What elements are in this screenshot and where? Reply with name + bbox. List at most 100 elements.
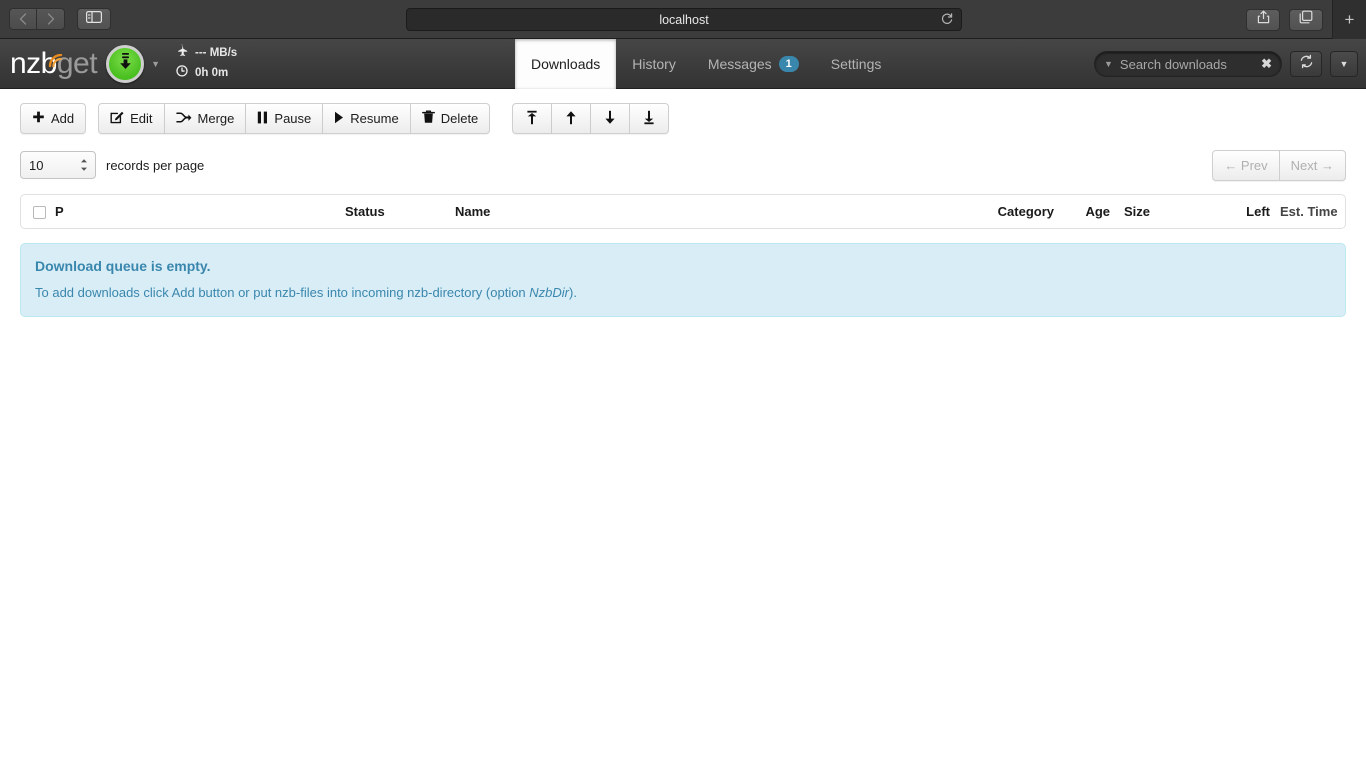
empty-queue-text-after: ). bbox=[569, 285, 577, 301]
new-tab-label: + bbox=[1344, 9, 1355, 29]
prev-page-label: ← Prev bbox=[1224, 157, 1268, 173]
tab-settings-label: Settings bbox=[830, 56, 882, 72]
add-button[interactable]: Add bbox=[20, 103, 87, 134]
clock-icon bbox=[175, 64, 189, 84]
column-header-age[interactable]: Age bbox=[1054, 195, 1110, 228]
records-per-page-value: 10 bbox=[29, 157, 44, 173]
move-to-bottom-icon bbox=[642, 110, 656, 128]
pause-button-label: Pause bbox=[274, 111, 312, 126]
records-per-page-label: records per page bbox=[106, 157, 205, 173]
wifi-arc-icon bbox=[48, 44, 68, 74]
next-page-label: Next → bbox=[1290, 157, 1334, 173]
refresh-button[interactable] bbox=[1290, 51, 1322, 77]
delete-button[interactable]: Delete bbox=[410, 103, 491, 134]
move-to-top-button[interactable] bbox=[512, 103, 553, 134]
records-per-page-select[interactable]: 10 bbox=[20, 151, 96, 179]
chevron-right-icon bbox=[47, 13, 55, 25]
brand-dropdown-caret[interactable]: ▼ bbox=[151, 59, 160, 69]
move-to-top-icon bbox=[525, 110, 539, 128]
trash-icon bbox=[421, 110, 435, 127]
resume-button[interactable]: Resume bbox=[323, 103, 411, 134]
time-stat: 0h 0m bbox=[175, 64, 237, 84]
prev-page-button[interactable]: ← Prev bbox=[1212, 149, 1280, 181]
edit-button-label: Edit bbox=[130, 111, 153, 126]
move-up-icon bbox=[564, 110, 578, 128]
tab-downloads[interactable]: Downloads bbox=[515, 39, 617, 89]
main-tabs: Downloads History Messages 1 Settings bbox=[515, 39, 897, 89]
sidebar-toggle-button[interactable] bbox=[77, 8, 111, 30]
select-all-checkbox[interactable] bbox=[33, 206, 46, 220]
pause-button[interactable]: Pause bbox=[246, 103, 324, 134]
refresh-dropdown-button[interactable]: ▼ bbox=[1330, 51, 1358, 77]
tab-settings[interactable]: Settings bbox=[815, 39, 898, 89]
navbar-right: ▼ Search downloads ✖ ▼ bbox=[1094, 39, 1358, 89]
back-button[interactable] bbox=[9, 8, 37, 30]
url-bar[interactable]: localhost bbox=[406, 8, 962, 31]
edit-button[interactable]: Edit bbox=[98, 103, 165, 134]
app-brand[interactable]: nzbget ▼ bbox=[0, 44, 160, 83]
tab-messages-label: Messages bbox=[707, 56, 772, 72]
chevron-down-icon: ▼ bbox=[1339, 59, 1349, 69]
search-input[interactable]: ▼ Search downloads ✖ bbox=[1094, 51, 1282, 77]
browser-chrome: localhost + bbox=[0, 0, 1366, 39]
tab-messages[interactable]: Messages 1 bbox=[692, 39, 815, 89]
table-header: P Status Name Category Age Size Left Est… bbox=[21, 195, 1345, 228]
merge-arrow-icon bbox=[175, 111, 192, 127]
column-header-left[interactable]: Left bbox=[1220, 195, 1270, 228]
action-toolbar: Add Edit Merge Pause Resume Delete bbox=[20, 89, 1346, 134]
downloads-table-element: P Status Name Category Age Size Left Est… bbox=[21, 195, 1345, 228]
empty-queue-text-before: To add downloads click Add button or put… bbox=[35, 285, 530, 301]
table-header-row: P Status Name Category Age Size Left Est… bbox=[21, 195, 1345, 228]
search-clear-icon[interactable]: ✖ bbox=[1261, 56, 1272, 72]
tabs-overview-button[interactable] bbox=[1289, 8, 1323, 31]
records-row: 10 records per page ← Prev Next → bbox=[20, 149, 1346, 181]
column-header-name[interactable]: Name bbox=[455, 195, 964, 228]
move-up-button[interactable] bbox=[552, 103, 592, 134]
status-stats: --- MB/s 0h 0m bbox=[175, 44, 237, 84]
browser-nav-buttons bbox=[9, 8, 65, 30]
browser-chrome-right: + bbox=[1246, 0, 1366, 39]
pause-icon bbox=[257, 111, 268, 127]
merge-button[interactable]: Merge bbox=[164, 103, 247, 134]
forward-button[interactable] bbox=[37, 8, 65, 30]
url-text: localhost bbox=[659, 12, 709, 27]
search-dropdown-caret-icon[interactable]: ▼ bbox=[1104, 59, 1113, 69]
plus-icon bbox=[32, 111, 45, 127]
column-header-category[interactable]: Category bbox=[964, 195, 1054, 228]
queue-actions-group: Edit Merge Pause Resume Delete bbox=[98, 103, 491, 134]
move-down-icon bbox=[603, 110, 617, 128]
column-header-size[interactable]: Size bbox=[1110, 195, 1220, 228]
move-down-button[interactable] bbox=[591, 103, 631, 134]
merge-button-label: Merge bbox=[197, 111, 235, 126]
airplane-icon bbox=[175, 44, 189, 64]
search-placeholder: Search downloads bbox=[1119, 56, 1227, 72]
edit-pencil-icon bbox=[110, 110, 124, 127]
new-tab-button[interactable]: + bbox=[1332, 0, 1366, 39]
empty-queue-alert: Download queue is empty. To add download… bbox=[20, 243, 1346, 318]
reload-icon[interactable] bbox=[940, 11, 954, 28]
add-button-label: Add bbox=[51, 111, 75, 126]
stepper-arrows-icon[interactable] bbox=[80, 158, 88, 172]
share-icon bbox=[1257, 10, 1270, 29]
download-arrow-icon bbox=[117, 51, 134, 76]
delete-button-label: Delete bbox=[440, 111, 479, 126]
time-value: 0h 0m bbox=[195, 66, 229, 79]
column-header-est-time[interactable]: Est. Time bbox=[1270, 195, 1345, 228]
empty-queue-option-name: NzbDir bbox=[529, 285, 570, 301]
sidebar-toggle-icon bbox=[86, 10, 103, 28]
next-page-button[interactable]: Next → bbox=[1279, 149, 1346, 181]
tabs-overview-icon bbox=[1299, 10, 1313, 29]
downloads-table: P Status Name Category Age Size Left Est… bbox=[20, 194, 1346, 230]
chevron-left-icon bbox=[19, 13, 27, 25]
move-to-bottom-button[interactable] bbox=[630, 103, 670, 134]
download-toggle-button[interactable] bbox=[106, 44, 145, 83]
column-header-p[interactable]: P bbox=[55, 195, 345, 228]
share-button[interactable] bbox=[1246, 8, 1280, 31]
main-content: Add Edit Merge Pause Resume Delete 10 re… bbox=[0, 89, 1366, 318]
refresh-icon bbox=[1299, 54, 1314, 74]
pagination: ← Prev Next → bbox=[1212, 149, 1346, 181]
column-header-status[interactable]: Status bbox=[345, 195, 455, 228]
app-logo: nzbget bbox=[10, 48, 98, 79]
move-actions-group bbox=[512, 103, 670, 134]
tab-history[interactable]: History bbox=[616, 39, 692, 89]
